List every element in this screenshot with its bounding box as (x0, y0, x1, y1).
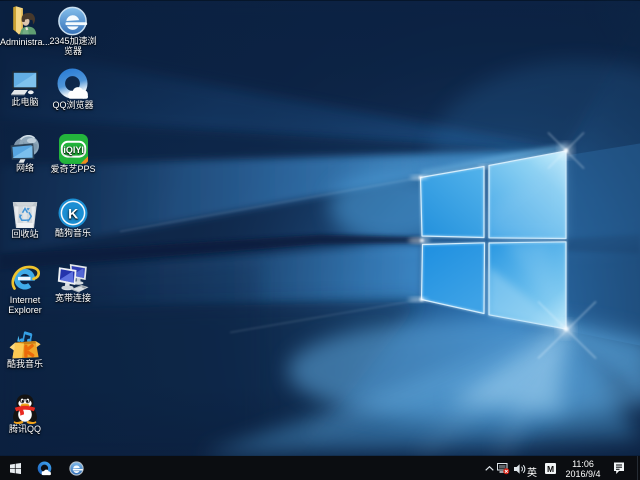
svg-text:iQIYI: iQIYI (63, 145, 84, 155)
svg-text:M: M (547, 464, 554, 474)
svg-text:K: K (68, 205, 78, 221)
